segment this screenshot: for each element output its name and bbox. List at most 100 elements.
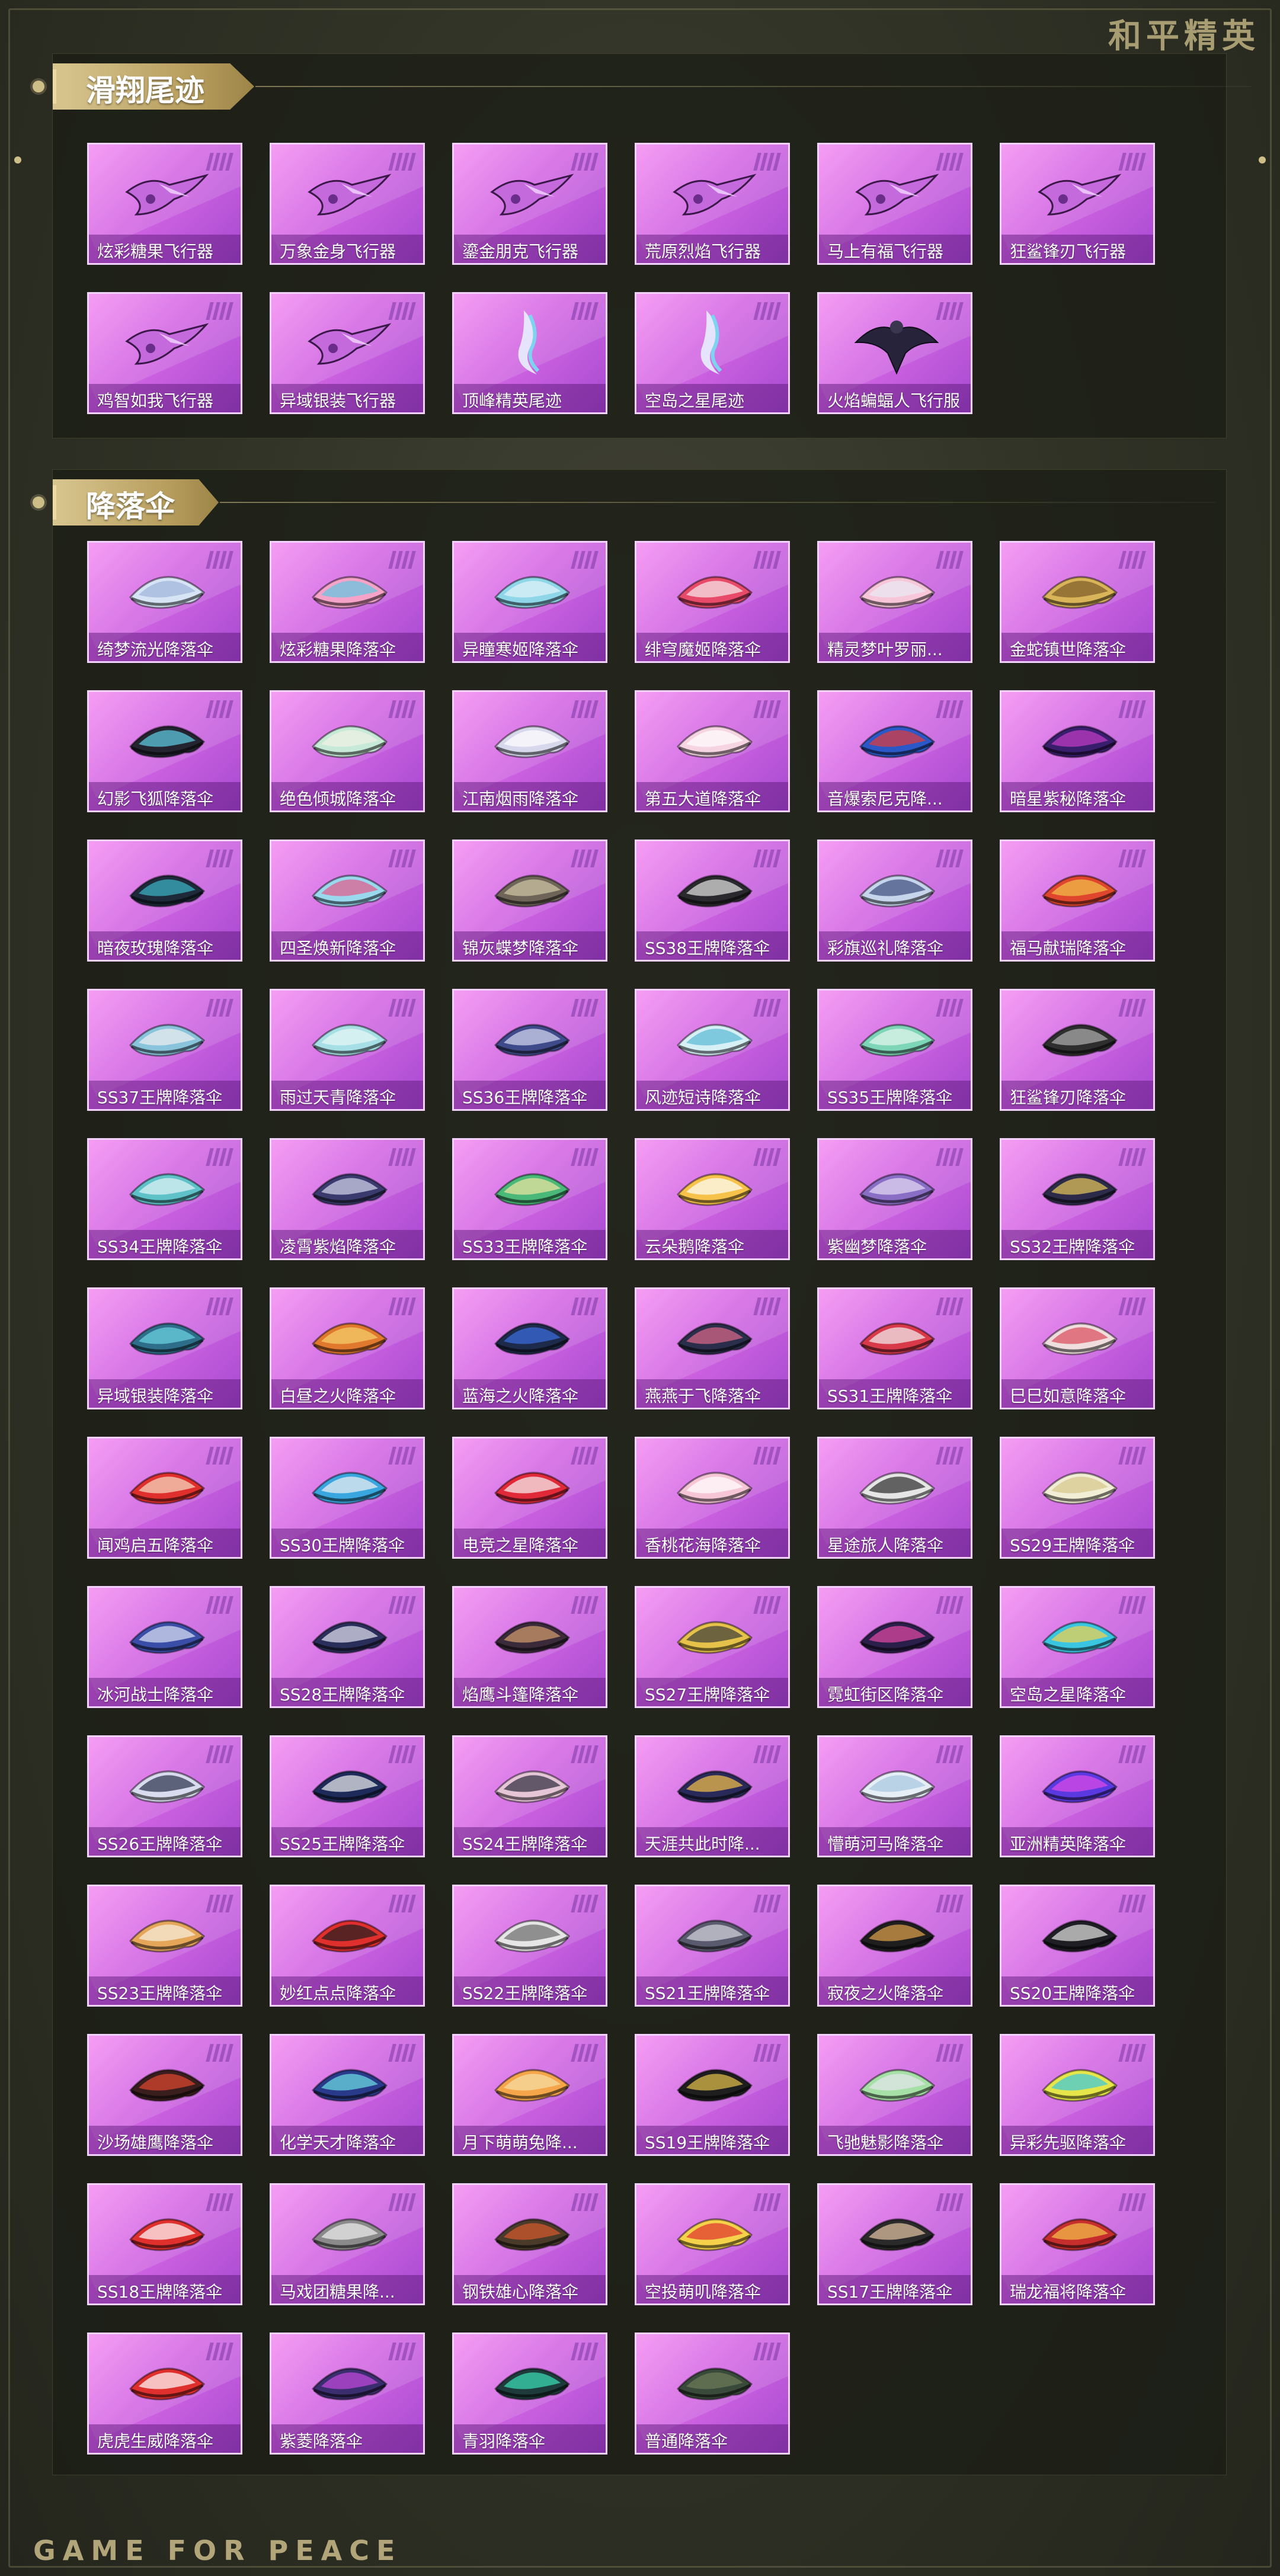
item-card[interactable]: 白昼之火降落伞 (270, 1287, 425, 1409)
item-card[interactable]: SS19王牌降落伞 (635, 2034, 790, 2156)
item-card[interactable]: 紫幽梦降落伞 (817, 1138, 972, 1260)
item-name: 鎏金朋克飞行器 (454, 235, 606, 263)
parachute-icon (494, 1621, 571, 1654)
item-card[interactable]: SS18王牌降落伞 (87, 2183, 242, 2305)
item-card[interactable]: 青羽降落伞 (452, 2333, 607, 2455)
parachute-icon (494, 1472, 571, 1505)
item-card[interactable]: SS17王牌降落伞 (817, 2183, 972, 2305)
glide-trail-section: 滑翔尾迹 炫彩糖果飞行器 万象金身飞行器 鎏金朋克飞行器 荒原烈焰飞行器 马上有福飞行器… (33, 53, 1251, 438)
item-card[interactable]: 闻鸡启五降落伞 (87, 1437, 242, 1559)
item-card[interactable]: 彩旗巡礼降落伞 (817, 840, 972, 962)
item-card[interactable]: 瑞龙福将降落伞 (1000, 2183, 1155, 2305)
item-card[interactable]: 蓝海之火降落伞 (452, 1287, 607, 1409)
item-card[interactable]: SS26王牌降落伞 (87, 1735, 242, 1857)
item-card[interactable]: 万象金身飞行器 (270, 143, 425, 265)
item-card[interactable]: 异域银装降落伞 (87, 1287, 242, 1409)
item-card[interactable]: 江南烟雨降落伞 (452, 690, 607, 812)
item-card[interactable]: 荒原烈焰飞行器 (635, 143, 790, 265)
item-card[interactable]: SS29王牌降落伞 (1000, 1437, 1155, 1559)
item-card[interactable]: 鎏金朋克飞行器 (452, 143, 607, 265)
item-card[interactable]: 顶峰精英尾迹 (452, 292, 607, 414)
item-card[interactable]: 电竞之星降落伞 (452, 1437, 607, 1559)
item-card[interactable]: 异瞳寒姬降落伞 (452, 541, 607, 663)
item-card[interactable]: 炫彩糖果降落伞 (270, 541, 425, 663)
item-card[interactable]: SS24王牌降落伞 (452, 1735, 607, 1857)
item-card[interactable]: 绮梦流光降落伞 (87, 541, 242, 663)
item-card[interactable]: 钢铁雄心降落伞 (452, 2183, 607, 2305)
item-card[interactable]: 普通降落伞 (635, 2333, 790, 2455)
item-card[interactable]: SS25王牌降落伞 (270, 1735, 425, 1857)
item-card[interactable]: 马戏团糖果降... (270, 2183, 425, 2305)
card-stripes (388, 1297, 416, 1315)
item-card[interactable]: 狂鲨锋刃降落伞 (1000, 989, 1155, 1111)
item-card[interactable]: 精灵梦叶罗丽... (817, 541, 972, 663)
item-card[interactable]: SS32王牌降落伞 (1000, 1138, 1155, 1260)
item-card[interactable]: SS36王牌降落伞 (452, 989, 607, 1111)
item-card[interactable]: 寂夜之火降落伞 (817, 1885, 972, 2007)
item-name: 凌霄紫焰降落伞 (271, 1230, 423, 1258)
item-card[interactable]: 空岛之星降落伞 (1000, 1586, 1155, 1708)
item-card[interactable]: 冰河战士降落伞 (87, 1586, 242, 1708)
item-card[interactable]: 空投萌叽降落伞 (635, 2183, 790, 2305)
item-card[interactable]: 暗星紫秘降落伞 (1000, 690, 1155, 812)
item-name: 普通降落伞 (636, 2424, 788, 2453)
item-card[interactable]: 凌霄紫焰降落伞 (270, 1138, 425, 1260)
item-card[interactable]: SS35王牌降落伞 (817, 989, 972, 1111)
item-card[interactable]: 亚洲精英降落伞 (1000, 1735, 1155, 1857)
item-card[interactable]: 绝色倾城降落伞 (270, 690, 425, 812)
item-card[interactable]: 鸡智如我飞行器 (87, 292, 242, 414)
item-name: 狂鲨锋刃飞行器 (1001, 235, 1153, 263)
item-name: 电竞之星降落伞 (454, 1529, 606, 1557)
item-card[interactable]: 异域银装飞行器 (270, 292, 425, 414)
item-card[interactable]: SS28王牌降落伞 (270, 1586, 425, 1708)
item-card[interactable]: 锦灰蝶梦降落伞 (452, 840, 607, 962)
item-card[interactable]: 天涯共此时降... (635, 1735, 790, 1857)
card-stripes (206, 850, 233, 867)
item-card[interactable]: 福马献瑞降落伞 (1000, 840, 1155, 962)
item-card[interactable]: 马上有福飞行器 (817, 143, 972, 265)
item-card[interactable]: SS31王牌降落伞 (817, 1287, 972, 1409)
item-card[interactable]: SS21王牌降落伞 (635, 1885, 790, 2007)
item-card[interactable]: 飞驰魅影降落伞 (817, 2034, 972, 2156)
item-card[interactable]: 妙红点点降落伞 (270, 1885, 425, 2007)
item-card[interactable]: 狂鲨锋刃飞行器 (1000, 143, 1155, 265)
item-card[interactable]: 燕燕于飞降落伞 (635, 1287, 790, 1409)
item-card[interactable]: SS30王牌降落伞 (270, 1437, 425, 1559)
card-stripes (571, 551, 599, 569)
item-card[interactable]: 火焰蝙蝠人飞行服 (817, 292, 972, 414)
item-card[interactable]: SS37王牌降落伞 (87, 989, 242, 1111)
item-card[interactable]: 化学天才降落伞 (270, 2034, 425, 2156)
item-name: SS28王牌降落伞 (271, 1678, 423, 1706)
item-card[interactable]: SS20王牌降落伞 (1000, 1885, 1155, 2007)
item-card[interactable]: SS22王牌降落伞 (452, 1885, 607, 2007)
item-card[interactable]: 香桃花海降落伞 (635, 1437, 790, 1559)
item-card[interactable]: 虎虎生威降落伞 (87, 2333, 242, 2455)
item-card[interactable]: SS38王牌降落伞 (635, 840, 790, 962)
item-card[interactable]: 巳巳如意降落伞 (1000, 1287, 1155, 1409)
item-card[interactable]: 霓虹街区降落伞 (817, 1586, 972, 1708)
item-card[interactable]: 四圣焕新降落伞 (270, 840, 425, 962)
item-card[interactable]: 月下萌萌兔降... (452, 2034, 607, 2156)
item-card[interactable]: 雨过天青降落伞 (270, 989, 425, 1111)
item-card[interactable]: 金蛇镇世降落伞 (1000, 541, 1155, 663)
item-card[interactable]: SS34王牌降落伞 (87, 1138, 242, 1260)
item-card[interactable]: 焰鹰斗篷降落伞 (452, 1586, 607, 1708)
item-card[interactable]: 紫菱降落伞 (270, 2333, 425, 2455)
item-card[interactable]: 第五大道降落伞 (635, 690, 790, 812)
item-card[interactable]: 异彩先驱降落伞 (1000, 2034, 1155, 2156)
item-name: 第五大道降落伞 (636, 782, 788, 810)
item-card[interactable]: 沙场雄鹰降落伞 (87, 2034, 242, 2156)
item-card[interactable]: 懵萌河马降落伞 (817, 1735, 972, 1857)
item-card[interactable]: 绯穹魔姬降落伞 (635, 541, 790, 663)
item-card[interactable]: 风迹短诗降落伞 (635, 989, 790, 1111)
item-card[interactable]: 星途旅人降落伞 (817, 1437, 972, 1559)
item-card[interactable]: SS23王牌降落伞 (87, 1885, 242, 2007)
item-card[interactable]: 暗夜玫瑰降落伞 (87, 840, 242, 962)
item-card[interactable]: 音爆索尼克降... (817, 690, 972, 812)
item-card[interactable]: 云朵鹅降落伞 (635, 1138, 790, 1260)
item-card[interactable]: 炫彩糖果飞行器 (87, 143, 242, 265)
item-card[interactable]: SS27王牌降落伞 (635, 1586, 790, 1708)
item-card[interactable]: 空岛之星尾迹 (635, 292, 790, 414)
item-card[interactable]: 幻影飞狐降落伞 (87, 690, 242, 812)
item-card[interactable]: SS33王牌降落伞 (452, 1138, 607, 1260)
